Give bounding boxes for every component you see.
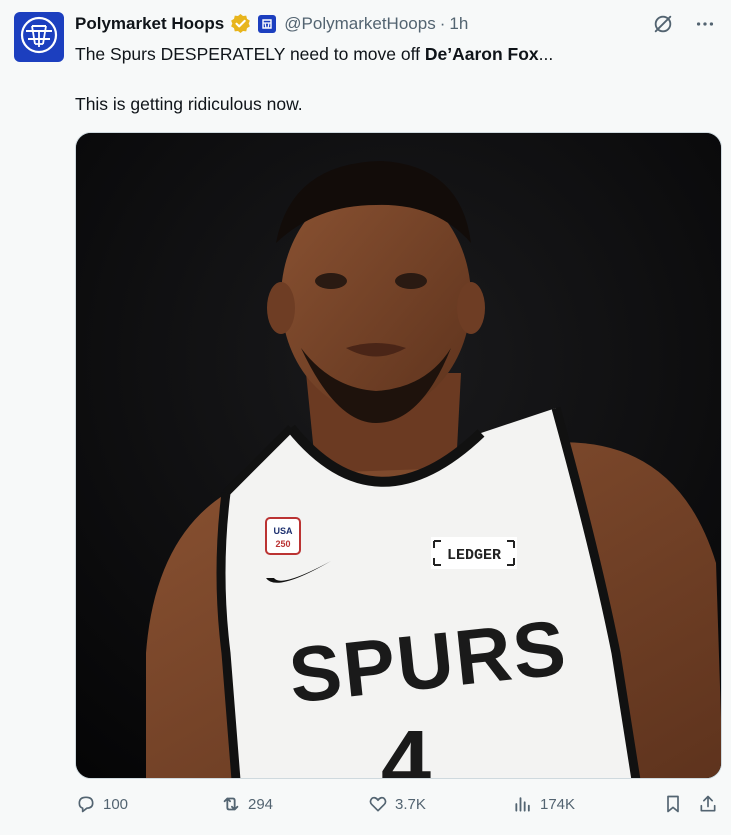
share-button[interactable] bbox=[697, 793, 719, 815]
action-bar: 100 294 3.7K 174K bbox=[75, 793, 725, 823]
affiliate-badge-icon[interactable] bbox=[258, 14, 277, 33]
like-count: 3.7K bbox=[395, 795, 426, 813]
usa-patch-line2: 250 bbox=[275, 539, 290, 549]
post-image[interactable]: USA 250 LEDGER SPURS 4 bbox=[75, 132, 722, 779]
separator-dot: · bbox=[439, 13, 446, 33]
views-count: 174K bbox=[540, 795, 576, 813]
share-icon bbox=[697, 793, 719, 815]
post-text-bold-name: De’Aaron Fox bbox=[424, 44, 539, 64]
views-chart-icon bbox=[512, 793, 534, 815]
jersey-patch-text: LEDGER bbox=[447, 547, 501, 564]
like-button[interactable]: 3.7K bbox=[367, 793, 426, 815]
timestamp[interactable]: 1h bbox=[449, 14, 468, 34]
more-options-icon[interactable] bbox=[693, 12, 717, 36]
post-text-line1: The Spurs DESPERATELY need to move off D… bbox=[75, 43, 553, 65]
bookmark-button[interactable] bbox=[662, 793, 684, 815]
repost-count: 294 bbox=[248, 795, 274, 813]
views-button[interactable]: 174K bbox=[512, 793, 575, 815]
repost-icon bbox=[220, 793, 242, 815]
post-text-line2: This is getting ridiculous now. bbox=[75, 94, 303, 114]
avatar[interactable] bbox=[14, 12, 64, 62]
heart-icon bbox=[367, 793, 389, 815]
reply-button[interactable]: 100 bbox=[75, 793, 128, 815]
reply-icon bbox=[75, 793, 97, 815]
top-actions bbox=[651, 12, 717, 36]
usa-patch-line1: USA bbox=[273, 526, 293, 536]
reply-count: 100 bbox=[103, 795, 129, 813]
jersey-number: 4 bbox=[381, 713, 431, 779]
grok-icon[interactable] bbox=[651, 12, 675, 36]
basketball-net-icon bbox=[18, 14, 60, 61]
author-handle[interactable]: @PolymarketHoops bbox=[284, 14, 435, 34]
verified-badge-icon[interactable] bbox=[230, 13, 251, 34]
tweet-header: Polymarket Hoops @PolymarketHoops · 1h bbox=[75, 13, 468, 34]
post-text-suffix: ... bbox=[538, 44, 554, 64]
tweet: Polymarket Hoops @PolymarketHoops · 1h T… bbox=[0, 0, 731, 835]
display-name[interactable]: Polymarket Hoops bbox=[75, 14, 224, 34]
post-text-prefix: The Spurs DESPERATELY need to move off bbox=[75, 44, 425, 64]
repost-button[interactable]: 294 bbox=[220, 793, 273, 815]
bookmark-icon bbox=[662, 793, 684, 815]
